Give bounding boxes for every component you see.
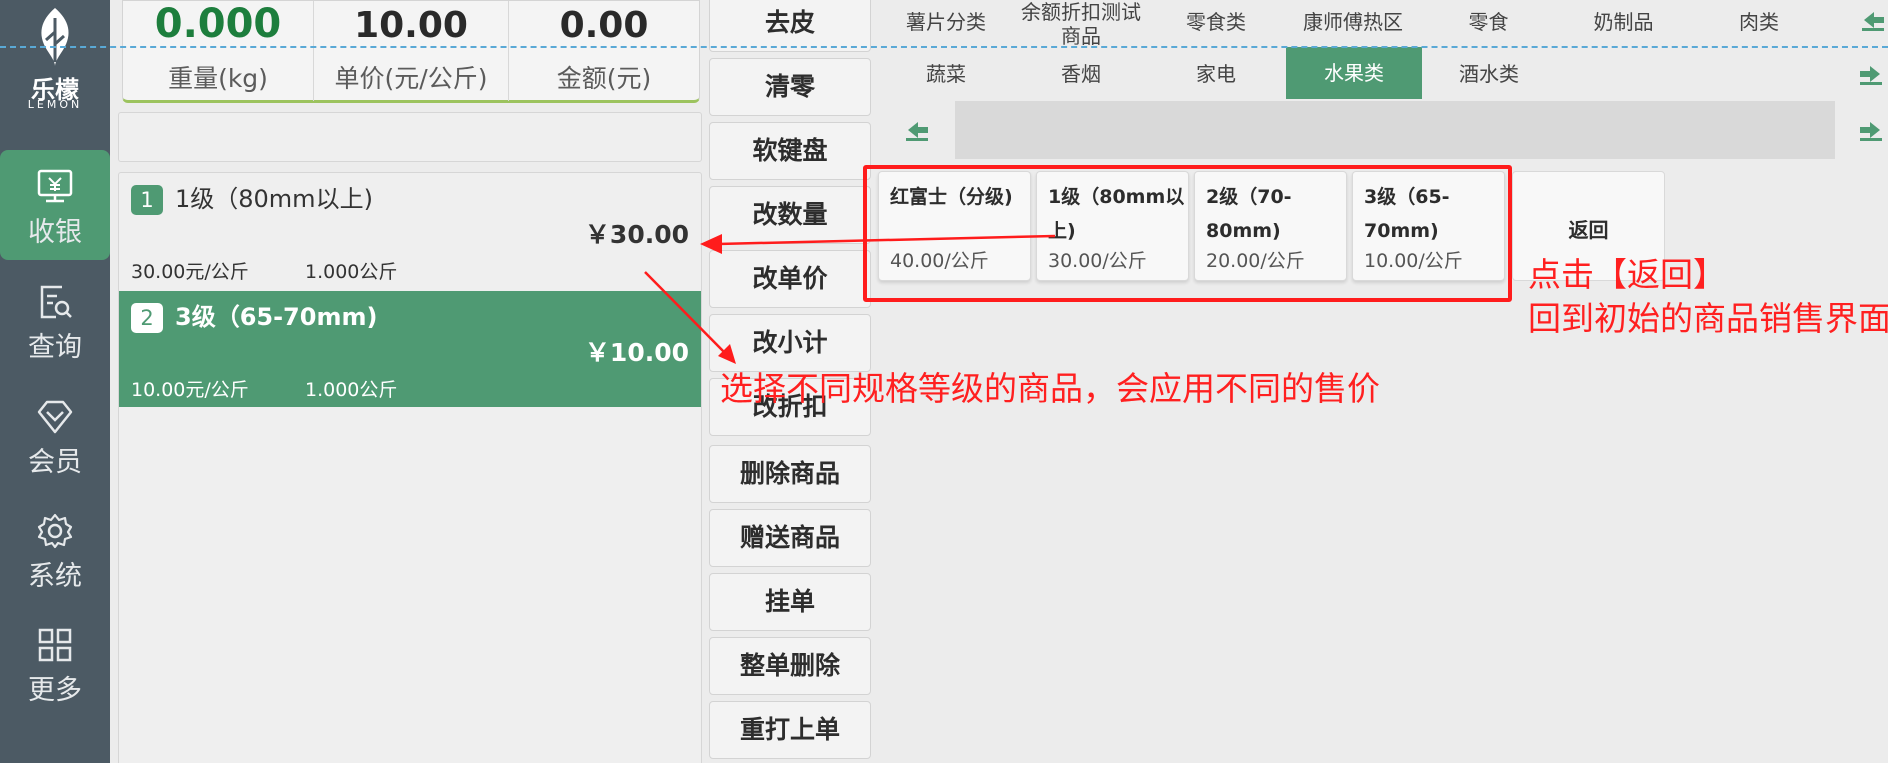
unit-price-value: 10.00 bbox=[354, 5, 468, 46]
gear-icon bbox=[37, 513, 73, 549]
nav-label-member: 会员 bbox=[28, 447, 82, 478]
category-tab[interactable]: 肉类 bbox=[1691, 0, 1827, 47]
amount-value: 0.00 bbox=[559, 5, 649, 46]
nav-label-cashier: 收银 bbox=[28, 217, 82, 248]
cart-item-unit-price: 30.00元/公斤 bbox=[131, 261, 249, 283]
nav-item-system[interactable]: 系统 bbox=[0, 494, 110, 604]
category-tab[interactable]: 香烟 bbox=[1015, 52, 1147, 99]
category-tab[interactable]: 余额折扣测试商品 bbox=[1015, 0, 1147, 48]
query-icon bbox=[40, 285, 72, 319]
weight-cell: 0.000 重量(kg) bbox=[123, 1, 313, 101]
category-tab-active[interactable]: 水果类 bbox=[1286, 47, 1422, 99]
reprint-button[interactable]: 重打上单 bbox=[709, 701, 871, 759]
cart-item-qty: 1.000公斤 bbox=[305, 261, 398, 283]
gift-item-button[interactable]: 赠送商品 bbox=[709, 509, 871, 567]
arrow-left-icon[interactable] bbox=[1860, 8, 1884, 32]
weight-label: 重量(kg) bbox=[168, 64, 268, 93]
delete-item-button[interactable]: 删除商品 bbox=[709, 445, 871, 503]
cashier-icon bbox=[37, 169, 73, 203]
arrow-right-icon[interactable] bbox=[1860, 62, 1884, 86]
nav-label-more: 更多 bbox=[28, 675, 82, 706]
guide-line bbox=[0, 46, 1888, 48]
annotation-price-note: 选择不同规格等级的商品，会应用不同的售价 bbox=[720, 369, 1380, 408]
clear-order-button[interactable]: 整单删除 bbox=[709, 637, 871, 695]
zero-button[interactable]: 清零 bbox=[709, 58, 871, 116]
cart-list: 1 1级（80mm以上) ￥30.00 30.00元/公斤 1.000公斤 2 … bbox=[118, 172, 702, 763]
leaf-logo-icon bbox=[41, 8, 69, 66]
nav-label-query: 查询 bbox=[28, 332, 82, 363]
member-icon bbox=[37, 400, 73, 434]
nav-label-system: 系统 bbox=[28, 561, 82, 592]
cart-item-name: 1级（80mm以上) bbox=[175, 185, 373, 213]
category-tabs: 薯片分类 余额折扣测试商品 零食类 康师傅热区 零食 奶制品 肉类 蔬菜 香烟 … bbox=[880, 0, 1888, 100]
category-tab[interactable]: 薯片分类 bbox=[880, 0, 1012, 47]
barcode-input[interactable] bbox=[118, 112, 702, 162]
annotation-back-line1: 点击【返回】 bbox=[1528, 255, 1726, 294]
nav-item-more[interactable]: 更多 bbox=[0, 608, 110, 718]
cart-item-price: ￥10.00 bbox=[584, 338, 689, 367]
category-tab[interactable]: 康师傅热区 bbox=[1285, 0, 1421, 47]
subcategory-bar bbox=[955, 101, 1835, 159]
cart-item-unit-price: 10.00元/公斤 bbox=[131, 379, 249, 401]
hold-order-button[interactable]: 挂单 bbox=[709, 573, 871, 631]
amount-label: 金额(元) bbox=[556, 64, 652, 93]
arrow-right-icon[interactable] bbox=[1860, 118, 1884, 142]
unit-price-label: 单价(元/公斤) bbox=[334, 64, 488, 93]
tare-button[interactable]: 去皮 bbox=[709, 0, 871, 52]
nav-item-query[interactable]: 查询 bbox=[0, 265, 110, 375]
category-tab[interactable]: 零食类 bbox=[1150, 0, 1282, 47]
cart-item-name: 3级（65-70mm) bbox=[175, 303, 378, 331]
cart-item[interactable]: 1 1级（80mm以上) ￥30.00 30.00元/公斤 1.000公斤 bbox=[119, 173, 701, 289]
category-tab[interactable]: 零食 bbox=[1421, 0, 1556, 47]
nav-item-member[interactable]: 会员 bbox=[0, 380, 110, 490]
arrow-left-icon[interactable] bbox=[904, 118, 928, 142]
annotation-back-line2: 回到初始的商品销售界面 bbox=[1528, 299, 1888, 338]
nav-item-cashier[interactable]: 收银 bbox=[0, 150, 110, 260]
weight-value: 0.000 bbox=[154, 1, 282, 47]
category-tab[interactable]: 家电 bbox=[1150, 52, 1282, 99]
brand-logo: 乐檬 LEMON bbox=[0, 0, 110, 140]
cart-item-price: ￥30.00 bbox=[584, 220, 689, 249]
category-tab[interactable]: 奶制品 bbox=[1556, 0, 1691, 47]
change-price-button[interactable]: 改单价 bbox=[709, 250, 871, 308]
annotation-highlight-box bbox=[863, 165, 1512, 302]
brand-sub: LEMON bbox=[27, 98, 83, 111]
cart-item-qty: 1.000公斤 bbox=[305, 379, 398, 401]
grid-icon bbox=[38, 628, 72, 662]
scale-display: 0.000 重量(kg) 10.00 单价(元/公斤) 0.00 金额(元) bbox=[122, 0, 700, 103]
amount-cell: 0.00 金额(元) bbox=[509, 1, 699, 101]
category-tab[interactable]: 酒水类 bbox=[1421, 52, 1557, 99]
change-qty-button[interactable]: 改数量 bbox=[709, 186, 871, 244]
category-tab[interactable]: 蔬菜 bbox=[880, 52, 1012, 99]
soft-keyboard-button[interactable]: 软键盘 bbox=[709, 122, 871, 180]
unit-price-cell: 10.00 单价(元/公斤) bbox=[314, 1, 508, 101]
sidebar-nav: 乐檬 LEMON 收银 查询 会员 系统 更多 bbox=[0, 0, 110, 763]
cart-item-selected[interactable]: 2 3级（65-70mm) ￥10.00 10.00元/公斤 1.000公斤 bbox=[119, 291, 701, 407]
